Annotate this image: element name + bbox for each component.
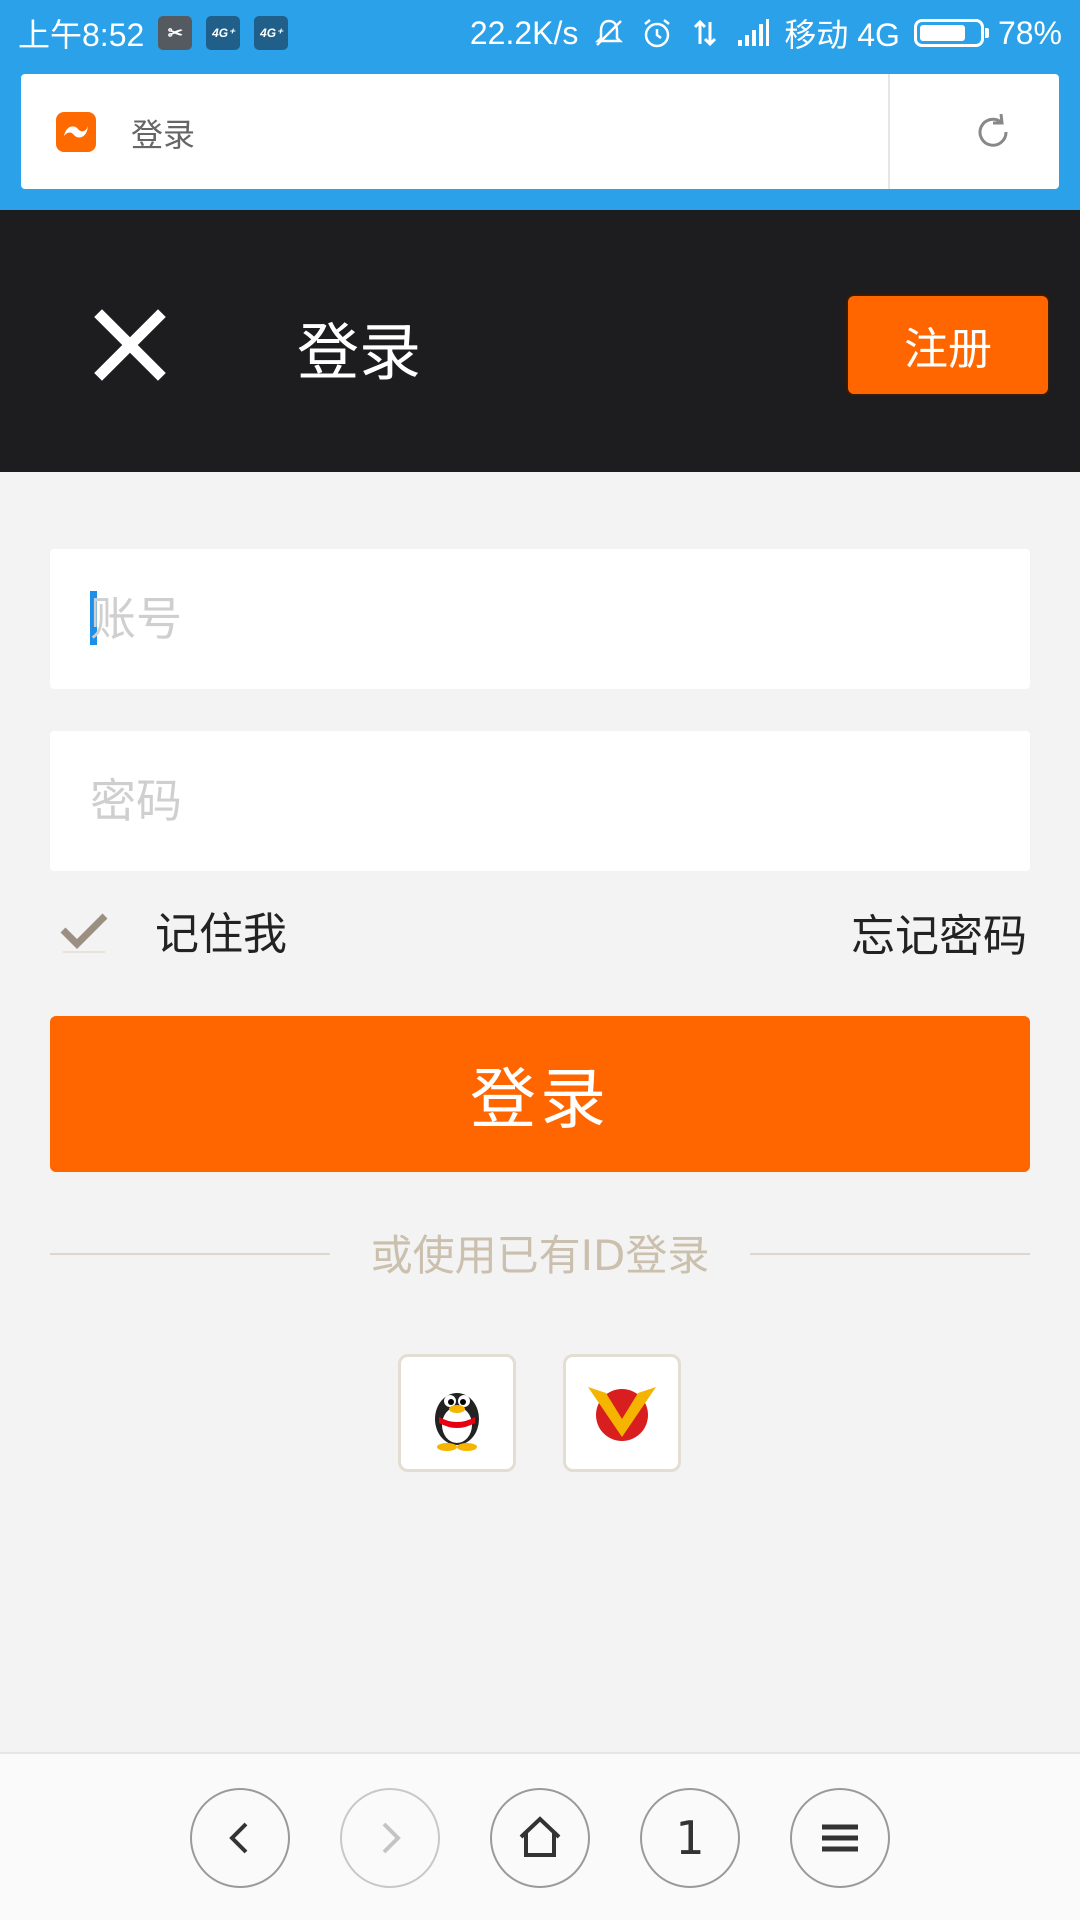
sim1-4g-icon: 4G⁺ (206, 16, 241, 50)
forgot-password-link[interactable]: 忘记密码 (851, 900, 1027, 964)
qq-icon (435, 1393, 479, 1451)
app-header: 登录 注册 (0, 210, 1080, 472)
back-icon (229, 1822, 248, 1854)
forward-button[interactable] (340, 1788, 440, 1888)
battery-fill (919, 25, 966, 41)
sim2-4g-icon: 4G⁺ (254, 16, 289, 50)
tabs-button[interactable]: 1 (640, 1788, 740, 1888)
forward-icon (382, 1822, 401, 1854)
page-title: 登录 (131, 116, 196, 154)
menu-button[interactable] (790, 1788, 890, 1888)
carrier: 移动 4G (784, 17, 900, 53)
divider-left (50, 1253, 330, 1255)
vip-icon (588, 1387, 656, 1441)
refresh-icon[interactable] (971, 110, 1015, 154)
browser-bar: 登录 (0, 60, 1080, 210)
check-icon[interactable] (55, 900, 115, 960)
password-input[interactable] (90, 761, 990, 841)
address-bar[interactable]: 登录 (21, 74, 1059, 189)
alt-login-text: 或使用已有ID登录 (370, 1231, 710, 1280)
back-button[interactable] (190, 1788, 290, 1888)
status-right: 22.2K/s 移动 4G 78% (470, 10, 1062, 56)
signal-icon (738, 19, 770, 46)
battery-icon (913, 19, 989, 47)
vip-login-button[interactable] (563, 1354, 681, 1472)
close-icon[interactable] (90, 305, 170, 385)
address-divider (888, 74, 890, 189)
register-button[interactable]: 注册 (846, 294, 1050, 396)
divider-right (750, 1253, 1030, 1255)
home-icon (519, 1816, 561, 1857)
status-time: 上午8:52 (18, 17, 145, 53)
status-left: 上午8:52 ✂ 4G⁺ 4G⁺ (18, 10, 289, 56)
mute-bell-icon (595, 19, 624, 46)
account-field[interactable] (50, 549, 1030, 689)
account-input[interactable] (90, 579, 990, 659)
battery-percent: 78% (997, 14, 1062, 51)
remember-me-toggle[interactable]: 记住我 (55, 900, 287, 960)
site-logo-icon (56, 112, 96, 152)
login-button[interactable]: 登录 (50, 1016, 1030, 1172)
qq-login-button[interactable] (398, 1354, 516, 1472)
browser-bottom-nav: 1 (0, 1752, 1080, 1920)
password-field[interactable] (50, 731, 1030, 871)
screenshot-icon: ✂ (158, 16, 193, 50)
net-speed: 22.2K/s (469, 14, 579, 51)
menu-icon (822, 1824, 858, 1852)
status-bar: 上午8:52 ✂ 4G⁺ 4G⁺ 22.2K/s 移动 4G 78% (0, 0, 1080, 60)
header-title: 登录 (297, 316, 422, 389)
remember-me-label: 记住我 (155, 909, 287, 960)
data-arrows-icon (694, 19, 717, 47)
home-button[interactable] (490, 1788, 590, 1888)
alarm-icon (644, 19, 671, 48)
